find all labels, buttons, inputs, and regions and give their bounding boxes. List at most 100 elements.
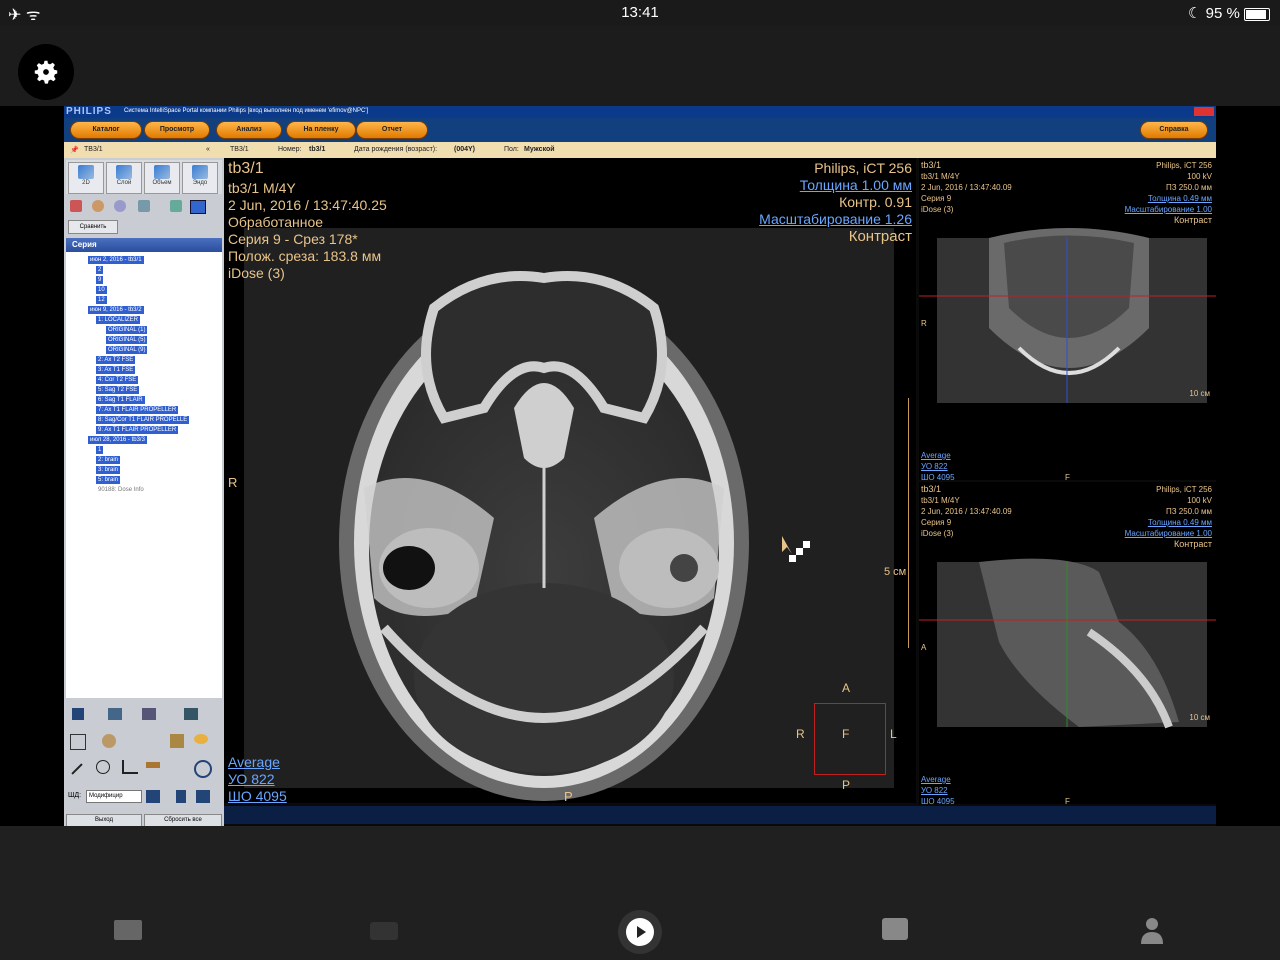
mode-volume-button[interactable]: Объем <box>144 162 180 194</box>
series-item[interactable]: 9: Ax T1 FLAIR PROPELLER <box>96 426 179 434</box>
sag-thickness-link[interactable]: Толщина 0.49 мм <box>1148 517 1212 528</box>
orientation-cube[interactable] <box>814 703 886 775</box>
cor-scale-link[interactable]: Масштабирование 1.00 <box>1125 204 1212 215</box>
help-button[interactable]: Справка <box>1140 121 1208 139</box>
battery-status: ☾ 95 % <box>1188 4 1270 22</box>
coronal-viewport[interactable]: tb3/1 tb3/1 M/4Y 2 Jun, 2016 / 13:47:40.… <box>919 158 1216 480</box>
series-item[interactable]: 1 <box>96 446 104 454</box>
window-controls[interactable] <box>1194 107 1214 116</box>
nav-film-button[interactable]: На пленку <box>286 121 356 139</box>
zoom-tool-icon[interactable] <box>170 734 184 748</box>
pin-tool-icon[interactable] <box>170 200 182 212</box>
cor-wl-width[interactable]: ШО 4095 <box>921 472 955 480</box>
series-item[interactable]: 9 <box>96 276 104 284</box>
series-item[interactable]: 8: Sag/Cor T1 FLAIR PROPELLE <box>96 416 190 424</box>
export-icon[interactable] <box>146 790 160 803</box>
mode-2d-button[interactable]: 2D <box>68 162 104 194</box>
series-item[interactable]: 5: brain <box>96 476 121 484</box>
mode-2d-label: 2D <box>82 180 90 186</box>
video-camera-icon[interactable] <box>370 922 398 940</box>
nav-analysis-button[interactable]: Анализ <box>216 121 282 139</box>
body-icon[interactable] <box>138 200 150 212</box>
series-item[interactable]: 3: brain <box>96 466 121 474</box>
nav-catalog-button[interactable]: Каталог <box>70 121 142 139</box>
patient-name: ТВ3/1 <box>84 146 103 153</box>
ellipse-tool-icon[interactable] <box>96 760 110 774</box>
main-wl-average[interactable]: Average <box>228 754 280 771</box>
series-item[interactable]: 2: Ax T2 FSE <box>96 356 136 364</box>
main-scale-link[interactable]: Масштабирование 1.26 <box>759 211 912 228</box>
wl-preset-select[interactable]: Модифицир <box>86 790 142 803</box>
series-item[interactable]: 1: LOCALIZER <box>96 316 141 324</box>
eraser-icon[interactable] <box>194 734 208 744</box>
main-wl-level[interactable]: УО 822 <box>228 771 275 788</box>
series-item[interactable]: 2: brain <box>96 456 121 464</box>
main-wl-width[interactable]: ШО 4095 <box>228 788 287 803</box>
layout-icon[interactable] <box>190 200 206 214</box>
exit-button[interactable]: Выход <box>66 814 142 826</box>
cor-wl-level[interactable]: УО 822 <box>921 461 948 472</box>
cube-f: F <box>842 727 850 741</box>
angle-tool-icon[interactable] <box>122 760 138 774</box>
nav-view-button[interactable]: Просмотр <box>144 121 210 139</box>
pan-hand-icon[interactable] <box>102 734 116 748</box>
series-item[interactable]: 10 <box>96 286 107 294</box>
cor-thickness-link[interactable]: Толщина 0.49 мм <box>1148 193 1212 204</box>
camera-icon[interactable] <box>108 708 122 720</box>
series-item[interactable]: ORIGINAL (5) <box>106 336 148 344</box>
sag-wl-average[interactable]: Average <box>921 774 951 785</box>
study-item[interactable]: июн 2, 2016 - tb3/1 <box>88 256 144 264</box>
pin-icon[interactable]: 📌 <box>70 146 79 154</box>
copy-icon[interactable] <box>142 708 156 720</box>
main-thickness-link[interactable]: Толщина 1.00 мм <box>800 177 912 194</box>
sag-idose: iDose (3) <box>921 529 954 538</box>
study-item[interactable]: июн 9, 2016 - tb3/2 <box>88 306 144 314</box>
compare-button[interactable]: Сравнить <box>68 220 118 234</box>
series-item[interactable]: 3: Ax T1 FSE <box>96 366 136 374</box>
series-item[interactable]: 5: Sag T2 FSE <box>96 386 140 394</box>
sag-wl-level[interactable]: УО 822 <box>921 785 948 796</box>
series-item[interactable]: ORIGINAL (1) <box>106 326 148 334</box>
lungs-icon[interactable] <box>70 200 82 212</box>
series-item[interactable]: 12 <box>96 296 107 304</box>
save-disk-icon[interactable] <box>176 790 186 803</box>
mode-endo-button[interactable]: Эндо <box>182 162 218 194</box>
series-item[interactable]: 90188: Dose Info <box>96 486 146 494</box>
mode-slab-label: Слой <box>116 180 132 186</box>
series-item[interactable]: 6: Sag T1 FLAIR <box>96 396 145 404</box>
sagittal-viewport[interactable]: tb3/1 tb3/1 M/4Y 2 Jun, 2016 / 13:47:40.… <box>919 482 1216 804</box>
book-icon[interactable] <box>184 708 198 720</box>
nav-report-button[interactable]: Отчет <box>356 121 428 139</box>
patient-tab[interactable]: ТВ3/1 <box>230 146 249 153</box>
pointer-tool-icon[interactable] <box>70 734 86 750</box>
sag-scale-link[interactable]: Масштабирование 1.00 <box>1125 528 1212 539</box>
chat-icon[interactable] <box>882 918 908 940</box>
viewer-footer-scrollbars[interactable] <box>224 806 1216 824</box>
grid-icon[interactable] <box>196 790 210 803</box>
axial-viewport[interactable]: tb3/1 tb3/1 M/4Y 2 Jun, 2016 / 13:47:40.… <box>224 158 916 803</box>
series-item[interactable]: 4: Cor T2 FSE <box>96 376 139 384</box>
main-patient-info: tb3/1 M/4Y <box>228 180 296 196</box>
roi-tool-icon[interactable] <box>194 760 212 778</box>
save-icon[interactable] <box>72 708 84 720</box>
sag-wl-width[interactable]: ШО 4095 <box>921 796 955 804</box>
play-button[interactable] <box>618 910 662 954</box>
skull-icon[interactable] <box>92 200 104 212</box>
line-tool-icon[interactable] <box>71 763 83 775</box>
cor-wl-average[interactable]: Average <box>921 450 951 461</box>
dob-value: (004Y) <box>454 146 476 153</box>
series-item[interactable]: 2 <box>96 266 104 274</box>
series-item[interactable]: ORIGINAL (9) <box>106 346 148 354</box>
study-item[interactable]: июл 28, 2016 - tb3/3 <box>88 436 147 444</box>
sag-scanner: Philips, iCT 256 <box>1156 485 1212 494</box>
brain-icon[interactable] <box>114 200 126 212</box>
ruler-tool-icon[interactable] <box>146 762 160 768</box>
reset-all-button[interactable]: Сбросить все <box>144 814 222 826</box>
settings-button[interactable] <box>18 44 74 100</box>
profile-icon[interactable] <box>1140 916 1164 944</box>
folder-icon[interactable] <box>114 920 142 940</box>
cursor-icon <box>782 536 810 562</box>
mode-slab-button[interactable]: Слой <box>106 162 142 194</box>
collapse-icon[interactable]: « <box>206 146 210 153</box>
series-item[interactable]: 7: Ax T1 FLAIR PROPELLER <box>96 406 179 414</box>
